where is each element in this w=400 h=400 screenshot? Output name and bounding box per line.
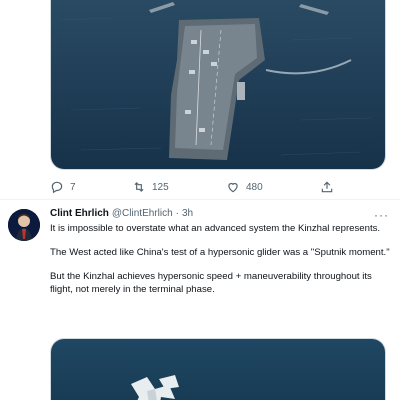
reply-icon xyxy=(51,181,63,194)
more-options-icon[interactable]: ··· xyxy=(374,208,389,222)
like-button[interactable]: 480 xyxy=(226,178,263,196)
tweet-timestamp[interactable]: 3h xyxy=(182,208,193,222)
aircraft-photo xyxy=(51,339,385,400)
share-button[interactable] xyxy=(320,178,334,196)
tweet-paragraph: It is impossible to overstate what an ad… xyxy=(50,223,381,234)
tweet-paragraph: But the Kinzhal achieves hypersonic spee… xyxy=(50,271,372,295)
reply-button[interactable]: 7 xyxy=(50,178,76,196)
avatar[interactable] xyxy=(8,209,40,241)
retweet-count: 125 xyxy=(152,181,169,193)
author-avatar-image xyxy=(8,209,40,241)
tweet-image[interactable] xyxy=(50,338,386,400)
previous-tweet-actions: 7 125 480 xyxy=(50,178,340,196)
author-handle[interactable]: @ClintEhrlich xyxy=(112,208,173,222)
tweet-text: It is impossible to overstate what an ad… xyxy=(50,222,390,307)
share-icon xyxy=(321,181,333,193)
previous-tweet-image[interactable] xyxy=(50,0,386,170)
tweet-divider xyxy=(0,199,400,200)
like-count: 480 xyxy=(246,181,263,193)
separator-dot: · xyxy=(175,208,179,219)
retweet-button[interactable]: 125 xyxy=(132,178,169,196)
tweet-paragraph: The West acted like China's test of a hy… xyxy=(50,247,390,258)
author-name[interactable]: Clint Ehrlich xyxy=(50,208,109,222)
heart-icon xyxy=(228,182,238,193)
reply-count: 7 xyxy=(70,181,76,193)
tweet-header: Clint Ehrlich @ClintEhrlich · 3h xyxy=(50,208,193,222)
retweet-icon xyxy=(134,182,144,192)
carrier-photo xyxy=(51,0,385,169)
